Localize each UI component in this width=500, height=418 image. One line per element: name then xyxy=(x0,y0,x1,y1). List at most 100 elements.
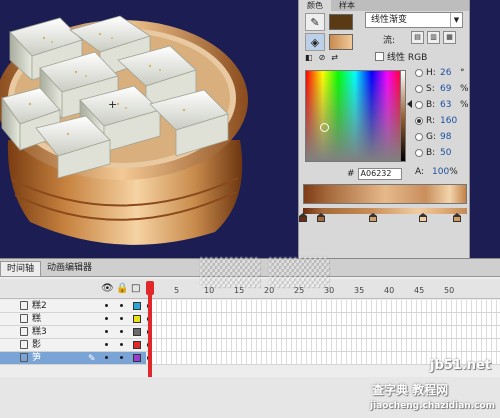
hsb-value[interactable]: 63 xyxy=(440,100,460,110)
hsb-radio[interactable] xyxy=(415,101,423,109)
brightness-slider[interactable] xyxy=(400,70,406,162)
chevron-down-icon: ▼ xyxy=(450,13,462,27)
layer-row[interactable]: 糕3 xyxy=(0,326,500,339)
rgb-radio[interactable] xyxy=(415,133,423,141)
watermark-line2: jiaocheng.chazidian.com xyxy=(370,401,496,411)
swap-colors-icon[interactable]: ⇄ xyxy=(331,53,338,62)
layer-color-outline[interactable] xyxy=(133,302,141,310)
lock-icon[interactable]: 🔒 xyxy=(116,283,128,294)
no-color-icon[interactable]: ⊘ xyxy=(319,53,326,62)
lock-dot[interactable] xyxy=(120,356,123,359)
fill-color-row: ◈ xyxy=(305,33,353,51)
color-spectrum[interactable] xyxy=(305,70,405,162)
color-panel: 颜色 样本 ✎ ◈ ◧ ⊘ ⇄ 线性渐变 ▼ 流: ▤ ▥ ▦ 线性 RGB #… xyxy=(298,0,470,258)
lock-dot[interactable] xyxy=(120,317,123,320)
hex-input[interactable]: A06232 xyxy=(357,168,402,180)
visibility-dot[interactable] xyxy=(105,330,108,333)
rgb-radio[interactable] xyxy=(415,149,423,157)
frame-number: 40 xyxy=(384,286,395,295)
bamboo-steamer-illustration: + xyxy=(0,15,248,245)
flow-extend-button[interactable]: ▤ xyxy=(411,31,424,44)
layer-info[interactable]: 糕2 xyxy=(0,300,146,312)
layer-info[interactable]: 糕3 xyxy=(0,326,146,338)
frame-cells[interactable] xyxy=(152,326,500,338)
lock-dot[interactable] xyxy=(120,304,123,307)
hsb-row: S: 69% xyxy=(415,84,469,94)
outline-icon[interactable]: □ xyxy=(131,283,140,294)
tab-motion-editor[interactable]: 动画编辑器 xyxy=(41,261,98,276)
linear-rgb-checkbox[interactable]: 线性 RGB xyxy=(375,50,427,63)
gradient-stop[interactable] xyxy=(419,213,427,224)
alpha-row: A: 100 % xyxy=(415,167,458,177)
eye-icon[interactable]: 👁 xyxy=(101,283,114,294)
watermark-blur: ▒▒▒ ▒▒▒ xyxy=(200,258,330,288)
layer-info[interactable]: 影 xyxy=(0,339,146,351)
hsb-unit: % xyxy=(460,100,469,110)
stroke-color-pencil-icon[interactable]: ✎ xyxy=(305,13,325,31)
alpha-value[interactable]: 100 xyxy=(432,167,449,177)
gradient-stop[interactable] xyxy=(299,213,307,224)
hsb-value[interactable]: 26 xyxy=(440,68,460,78)
layer-name[interactable]: 影 xyxy=(32,339,41,351)
visibility-dot[interactable] xyxy=(105,304,108,307)
layer-name[interactable]: 糕 xyxy=(32,313,41,325)
layer-row[interactable]: 笋 ✎ xyxy=(0,352,500,365)
gradient-stop-swatch xyxy=(453,216,461,222)
layer-info[interactable]: 糕 xyxy=(0,313,146,325)
layer-color-outline[interactable] xyxy=(133,315,141,323)
color-picker-ring[interactable] xyxy=(320,123,329,132)
layer-color-outline[interactable] xyxy=(133,341,141,349)
gradient-stop[interactable] xyxy=(317,213,325,224)
hsb-radio[interactable] xyxy=(415,85,423,93)
hsb-row: H: 26 ° xyxy=(415,68,465,78)
fill-color-swatch[interactable] xyxy=(329,34,353,50)
layer-name[interactable]: 糕3 xyxy=(32,326,47,338)
visibility-dot[interactable] xyxy=(105,356,108,359)
rgb-value[interactable]: 50 xyxy=(440,148,460,158)
layer-row[interactable]: 影 xyxy=(0,339,500,352)
flow-reflect-button[interactable]: ▥ xyxy=(427,31,440,44)
stroke-color-swatch[interactable] xyxy=(329,14,353,30)
frame-cells[interactable] xyxy=(152,313,500,325)
layer-name[interactable]: 笋 xyxy=(32,352,41,364)
layer-info[interactable]: 笋 ✎ xyxy=(0,352,146,364)
lock-dot[interactable] xyxy=(120,343,123,346)
brightness-slider-handle[interactable] xyxy=(407,100,412,108)
visibility-dot[interactable] xyxy=(105,343,108,346)
tab-swatches[interactable]: 样本 xyxy=(331,0,363,11)
pencil-icon: ✎ xyxy=(88,354,96,364)
lock-dot[interactable] xyxy=(120,330,123,333)
hsb-value[interactable]: 69 xyxy=(440,84,460,94)
layer-row[interactable]: 糕2 xyxy=(0,300,500,313)
tab-color[interactable]: 颜色 xyxy=(299,0,331,11)
rgb-value[interactable]: 160 xyxy=(440,116,460,126)
hsb-unit: ° xyxy=(460,68,465,78)
layer-icon xyxy=(20,314,28,323)
rgb-value[interactable]: 98 xyxy=(440,132,460,142)
fill-bucket-icon[interactable]: ◈ xyxy=(305,33,325,51)
layer-name[interactable]: 糕2 xyxy=(32,300,47,312)
frame-cells[interactable] xyxy=(152,339,500,351)
gradient-ramp[interactable] xyxy=(303,208,467,214)
fill-type-select[interactable]: 线性渐变 ▼ xyxy=(365,12,463,28)
rgb-radio[interactable] xyxy=(415,117,423,125)
alpha-unit: % xyxy=(449,167,458,177)
gradient-stop[interactable] xyxy=(453,213,461,224)
layer-row[interactable]: 糕 xyxy=(0,313,500,326)
hsb-radio[interactable] xyxy=(415,69,423,77)
layer-color-outline[interactable] xyxy=(133,328,141,336)
flow-repeat-button[interactable]: ▦ xyxy=(443,31,456,44)
hsb-label: S: xyxy=(426,84,435,94)
gradient-stop-swatch xyxy=(369,216,377,222)
gradient-stop[interactable] xyxy=(369,213,377,224)
gradient-stop-swatch xyxy=(299,216,307,222)
playhead[interactable] xyxy=(148,281,152,381)
rgb-row: B: 50 xyxy=(415,148,460,158)
checkbox-box xyxy=(375,52,384,61)
default-colors-icon[interactable]: ◧ xyxy=(305,53,313,62)
frame-cells[interactable] xyxy=(152,300,500,312)
visibility-dot[interactable] xyxy=(105,317,108,320)
fill-type-value: 线性渐变 xyxy=(371,15,408,25)
tab-timeline[interactable]: 时间轴 xyxy=(0,261,42,276)
layer-color-outline[interactable] xyxy=(133,354,141,362)
